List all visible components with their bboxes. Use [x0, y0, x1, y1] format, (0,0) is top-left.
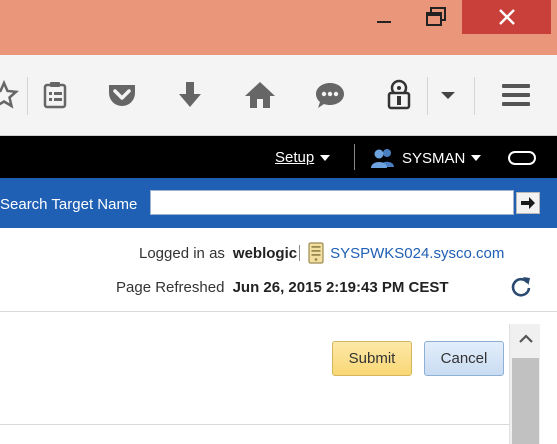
page-refreshed-line: Page Refreshed Jun 26, 2015 2:19:43 PM C… [116, 279, 449, 296]
refresh-icon[interactable] [509, 275, 533, 299]
menu-icon[interactable] [498, 77, 534, 113]
toolbar-divider [474, 77, 475, 115]
dropdown-icon[interactable] [430, 77, 466, 113]
close-button[interactable] [462, 0, 551, 34]
home-icon[interactable] [242, 77, 278, 113]
download-icon[interactable] [172, 77, 208, 113]
page-refreshed-label: Page Refreshed [116, 279, 225, 296]
vertical-scrollbar[interactable] [509, 324, 540, 444]
restore-icon [426, 7, 446, 26]
setup-label: Setup [275, 149, 315, 166]
logged-in-username: weblogic [232, 244, 298, 262]
close-icon [498, 9, 515, 25]
user-group-icon [371, 149, 394, 168]
submit-button[interactable]: Submit [332, 341, 412, 376]
search-go-button[interactable] [516, 192, 540, 214]
chevron-up-icon [518, 334, 533, 343]
pocket-icon[interactable] [104, 77, 140, 113]
search-label: Search Target Name [0, 196, 138, 213]
minimize-button[interactable] [364, 0, 404, 34]
oracle-logo-icon[interactable] [508, 151, 536, 165]
page-refreshed-timestamp: Jun 26, 2015 2:19:43 PM CEST [232, 279, 449, 296]
arrow-right-icon [521, 197, 535, 209]
browser-window: Setup SYSMAN Search Target Name Logged i… [0, 0, 557, 444]
divider [0, 424, 509, 425]
star-icon[interactable] [0, 77, 22, 113]
user-menu[interactable]: SYSMAN [370, 147, 482, 169]
setup-menu[interactable]: Setup [275, 149, 331, 166]
host-link[interactable]: SYSPWKS024.sysco.com [330, 245, 504, 262]
chat-icon[interactable] [312, 77, 348, 113]
scroll-up-button[interactable] [510, 324, 541, 354]
user-label: SYSMAN [402, 149, 466, 167]
divider [299, 245, 301, 261]
header-divider [354, 144, 355, 170]
toolbar-divider [427, 77, 428, 115]
scrollbar-thumb[interactable] [512, 358, 539, 444]
toolbar-divider [27, 77, 28, 115]
session-info: Logged in as weblogic SYSPWKS024.sysco.c… [0, 228, 557, 312]
chevron-down-icon [320, 154, 331, 161]
search-target-input[interactable] [150, 190, 514, 215]
restore-button[interactable] [414, 0, 458, 34]
browser-toolbar [0, 55, 557, 136]
reading-list-icon[interactable] [37, 77, 73, 113]
server-icon [308, 242, 324, 264]
cancel-button[interactable]: Cancel [424, 341, 504, 376]
minimize-icon [377, 21, 391, 23]
app-header: Setup SYSMAN [0, 136, 557, 178]
chevron-down-icon [471, 155, 482, 161]
window-title-bar [0, 0, 557, 55]
search-bar: Search Target Name [0, 178, 557, 228]
main-content: Submit Cancel [0, 312, 557, 444]
extension-icon[interactable] [381, 77, 417, 113]
logged-in-line: Logged in as weblogic SYSPWKS024.sysco.c… [139, 242, 504, 264]
logged-in-label: Logged in as [139, 244, 225, 262]
